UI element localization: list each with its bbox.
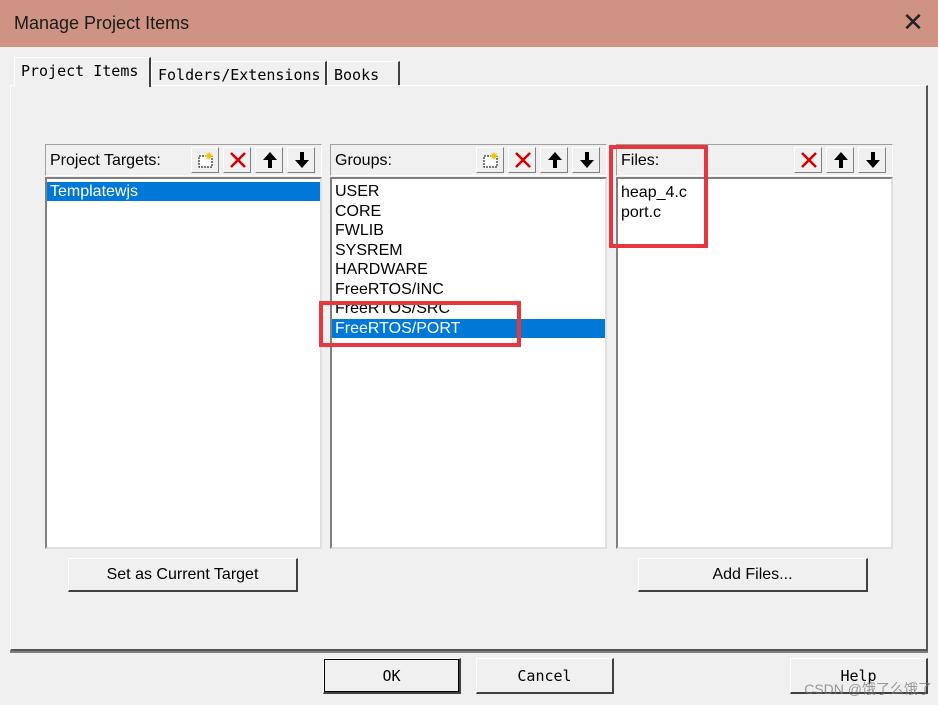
list-item[interactable]: HARDWARE	[332, 260, 605, 279]
window-title: Manage Project Items	[14, 13, 190, 33]
new-target-button[interactable]	[191, 147, 219, 173]
delete-icon	[801, 152, 817, 168]
move-down-icon	[580, 152, 594, 168]
move-up-icon	[548, 152, 562, 168]
move-up-icon	[263, 152, 277, 168]
files-list[interactable]: heap_4.c port.c	[616, 177, 893, 549]
new-group-button[interactable]	[476, 147, 504, 173]
move-up-target-button[interactable]	[255, 147, 283, 173]
new-item-icon	[198, 152, 213, 168]
move-up-group-button[interactable]	[540, 147, 568, 173]
ok-button[interactable]: OK	[323, 658, 461, 694]
tab-label: Project Items	[21, 62, 139, 80]
tab-label: Folders/Extensions	[158, 66, 321, 84]
list-item[interactable]: FWLIB	[332, 221, 605, 240]
tab-folders-extensions[interactable]: Folders/Extensions	[151, 61, 327, 87]
separator	[10, 651, 928, 653]
new-item-icon	[483, 152, 498, 168]
list-item[interactable]: Templatewjs	[47, 182, 320, 201]
tab-label: Books	[334, 66, 380, 84]
list-item[interactable]: USER	[332, 182, 605, 201]
close-icon: ✕	[902, 8, 924, 38]
move-up-file-button[interactable]	[826, 147, 854, 173]
move-down-file-button[interactable]	[858, 147, 886, 173]
list-item[interactable]: port.c	[618, 203, 891, 222]
list-item[interactable]: heap_4.c	[618, 183, 891, 202]
delete-group-button[interactable]	[508, 147, 536, 173]
close-button[interactable]: ✕	[898, 8, 928, 38]
move-down-icon	[295, 152, 309, 168]
list-item[interactable]: SYSREM	[332, 241, 605, 260]
add-files-button[interactable]: Add Files...	[638, 558, 868, 592]
groups-header: Groups:	[330, 144, 607, 176]
delete-icon	[515, 152, 531, 168]
move-down-icon	[866, 152, 880, 168]
delete-file-button[interactable]	[794, 147, 822, 173]
title-bar: Manage Project Items ✕	[0, 0, 938, 47]
files-header: Files:	[616, 144, 893, 176]
move-down-group-button[interactable]	[572, 147, 600, 173]
groups-list[interactable]: USER CORE FWLIB SYSREM HARDWARE FreeRTOS…	[330, 177, 607, 549]
groups-label: Groups:	[335, 152, 392, 169]
delete-icon	[230, 152, 246, 168]
targets-label: Project Targets:	[50, 152, 161, 169]
targets-list[interactable]: Templatewjs	[45, 177, 322, 549]
watermark: CSDN @饿了么饿了	[804, 681, 932, 697]
cancel-button[interactable]: Cancel	[476, 658, 614, 694]
set-current-target-button[interactable]: Set as Current Target	[68, 558, 298, 592]
delete-target-button[interactable]	[223, 147, 251, 173]
move-up-icon	[834, 152, 848, 168]
targets-header: Project Targets:	[45, 144, 322, 176]
tab-books[interactable]: Books	[327, 61, 400, 87]
tab-project-items[interactable]: Project Items	[14, 57, 151, 87]
list-item[interactable]: CORE	[332, 202, 605, 221]
files-label: Files:	[621, 152, 660, 169]
list-item[interactable]: FreeRTOS/INC	[332, 280, 605, 299]
list-item[interactable]: FreeRTOS/PORT	[332, 319, 605, 338]
move-down-target-button[interactable]	[287, 147, 315, 173]
list-item[interactable]: FreeRTOS/SRC	[332, 299, 605, 318]
